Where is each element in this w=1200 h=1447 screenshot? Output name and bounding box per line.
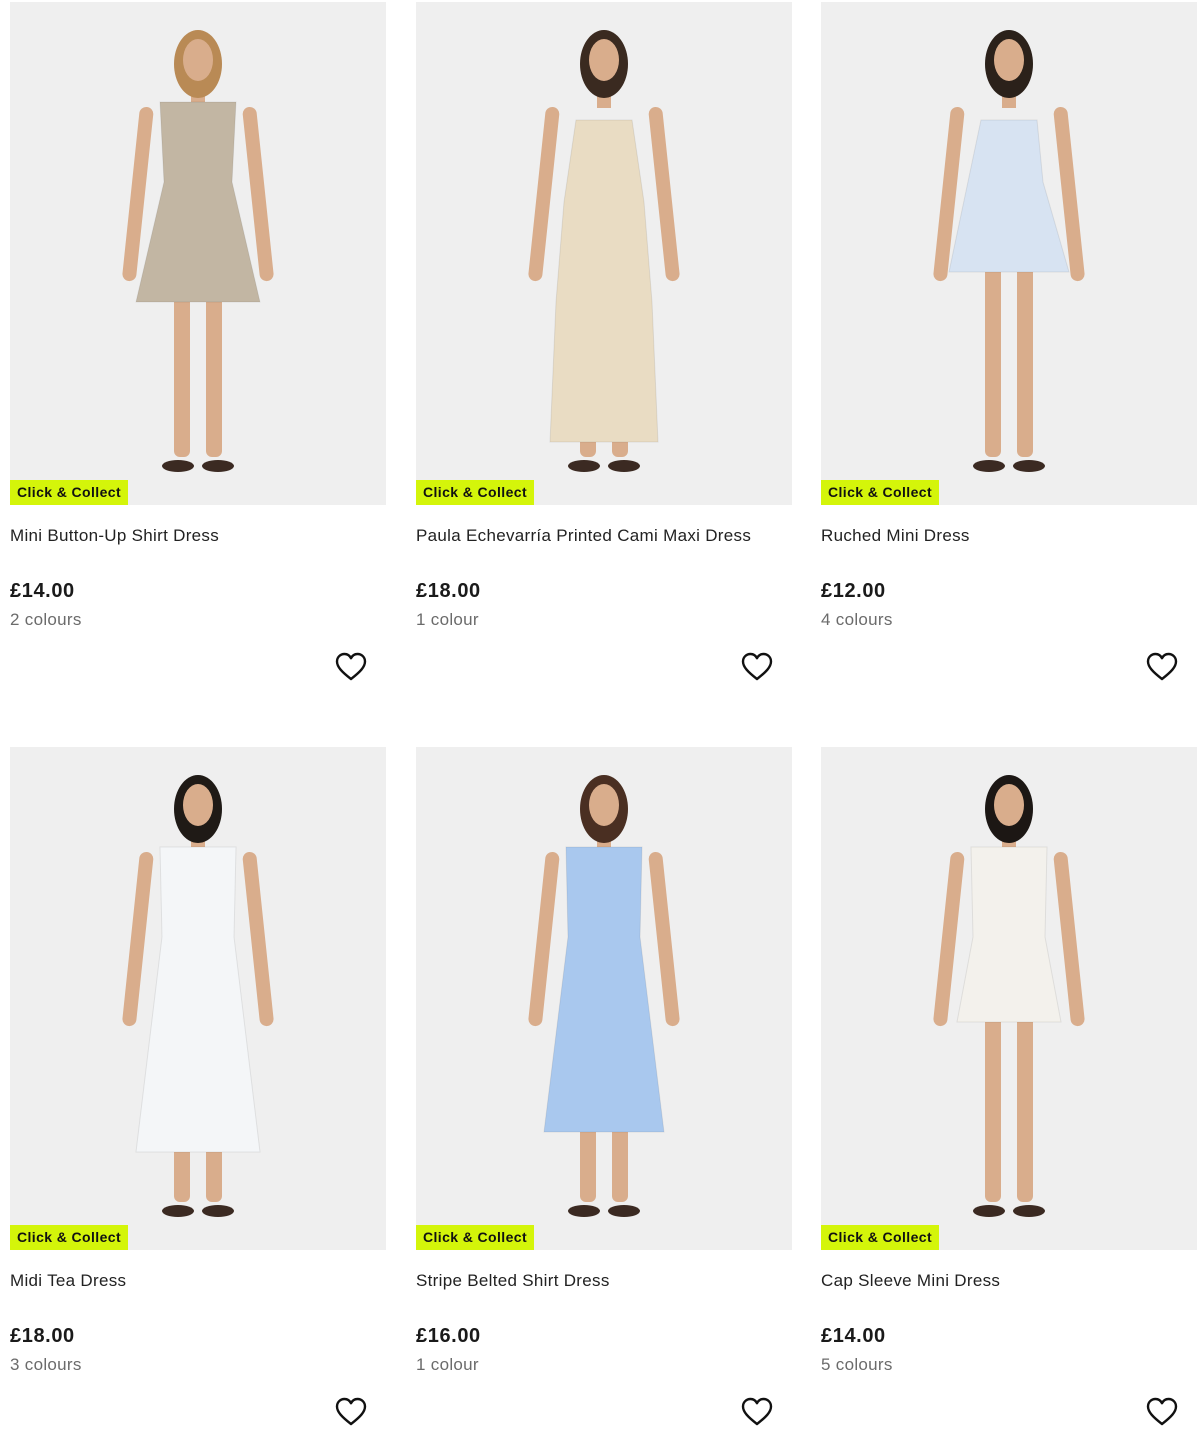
- model-arm: [648, 106, 680, 282]
- model-shoe: [608, 460, 640, 472]
- model-arm: [122, 851, 154, 1027]
- model-head: [589, 39, 619, 81]
- product-price: £16.00: [416, 1325, 481, 1347]
- model-leg: [985, 267, 1001, 457]
- product-name[interactable]: Midi Tea Dress: [10, 1271, 386, 1291]
- model-leg: [206, 1147, 222, 1202]
- model-shoe: [202, 460, 234, 472]
- click-collect-badge: Click & Collect: [821, 480, 940, 505]
- click-collect-badge: Click & Collect: [10, 1225, 129, 1250]
- model-shoe: [1013, 1205, 1045, 1217]
- product-price: £18.00: [416, 580, 481, 602]
- product-price: £18.00: [10, 1325, 75, 1347]
- product-image[interactable]: [416, 747, 792, 1250]
- model-shoe: [1013, 460, 1045, 472]
- model-illustration: [528, 775, 680, 1217]
- product-colours: 3 colours: [10, 1355, 82, 1374]
- model-head: [183, 784, 213, 826]
- product-colours: 1 colour: [416, 610, 479, 629]
- product-price: £14.00: [821, 1325, 886, 1347]
- product-image[interactable]: [821, 2, 1197, 505]
- product-image[interactable]: [821, 747, 1197, 1250]
- model-leg: [206, 297, 222, 457]
- dress-shape: [543, 846, 665, 1133]
- model-leg: [580, 1127, 596, 1202]
- model-leg: [174, 1147, 190, 1202]
- product-card[interactable]: Click & Collect Ruched Mini Dress £12.00…: [821, 2, 1197, 702]
- model-arm: [528, 851, 560, 1027]
- product-price: £12.00: [821, 580, 886, 602]
- product-card[interactable]: Click & Collect Mini Button-Up Shirt Dre…: [10, 2, 386, 702]
- model-arm: [648, 851, 680, 1027]
- model-arm: [1053, 851, 1085, 1027]
- model-leg: [985, 1017, 1001, 1202]
- model-shoe: [568, 1205, 600, 1217]
- model-shoe: [202, 1205, 234, 1217]
- product-card[interactable]: Click & Collect Cap Sleeve Mini Dress £1…: [821, 747, 1197, 1447]
- model-arm: [242, 851, 274, 1027]
- product-name[interactable]: Mini Button-Up Shirt Dress: [10, 526, 386, 546]
- product-colours: 5 colours: [821, 1355, 893, 1374]
- product-image[interactable]: [10, 747, 386, 1250]
- click-collect-badge: Click & Collect: [416, 1225, 535, 1250]
- model-shoe: [608, 1205, 640, 1217]
- click-collect-badge: Click & Collect: [416, 480, 535, 505]
- heart-outline-icon[interactable]: [1146, 1397, 1178, 1427]
- product-card[interactable]: Click & Collect Stripe Belted Shirt Dres…: [416, 747, 792, 1447]
- dress-shape: [948, 119, 1070, 273]
- model-leg: [174, 297, 190, 457]
- click-collect-badge: Click & Collect: [10, 480, 129, 505]
- model-shoe: [162, 1205, 194, 1217]
- model-illustration: [933, 30, 1085, 472]
- dress-shape: [135, 846, 261, 1153]
- model-head: [589, 784, 619, 826]
- product-price: £14.00: [10, 580, 75, 602]
- model-illustration: [122, 30, 274, 472]
- model-leg: [612, 1127, 628, 1202]
- dress-shape: [135, 101, 261, 303]
- model-shoe: [973, 1205, 1005, 1217]
- product-image[interactable]: [10, 2, 386, 505]
- model-illustration: [528, 30, 680, 472]
- model-head: [183, 39, 213, 81]
- model-head: [994, 39, 1024, 81]
- model-illustration: [933, 775, 1085, 1217]
- heart-outline-icon[interactable]: [335, 652, 367, 682]
- click-collect-badge: Click & Collect: [821, 1225, 940, 1250]
- model-arm: [933, 851, 965, 1027]
- model-shoe: [162, 460, 194, 472]
- product-colours: 2 colours: [10, 610, 82, 629]
- model-leg: [1017, 1017, 1033, 1202]
- product-card[interactable]: Click & Collect Midi Tea Dress £18.00 3 …: [10, 747, 386, 1447]
- product-name[interactable]: Ruched Mini Dress: [821, 526, 1197, 546]
- product-image[interactable]: [416, 2, 792, 505]
- product-colours: 4 colours: [821, 610, 893, 629]
- product-name[interactable]: Paula Echevarría Printed Cami Maxi Dress: [416, 526, 792, 546]
- model-shoe: [973, 460, 1005, 472]
- heart-outline-icon[interactable]: [335, 1397, 367, 1427]
- dress-shape: [956, 846, 1062, 1023]
- product-card[interactable]: Click & Collect Paula Echevarría Printed…: [416, 2, 792, 702]
- product-colours: 1 colour: [416, 1355, 479, 1374]
- model-arm: [528, 106, 560, 282]
- heart-outline-icon[interactable]: [1146, 652, 1178, 682]
- heart-outline-icon[interactable]: [741, 652, 773, 682]
- dress-shape: [549, 119, 659, 443]
- model-head: [994, 784, 1024, 826]
- model-illustration: [122, 775, 274, 1217]
- model-shoe: [568, 460, 600, 472]
- heart-outline-icon[interactable]: [741, 1397, 773, 1427]
- product-name[interactable]: Cap Sleeve Mini Dress: [821, 1271, 1197, 1291]
- product-grid: Click & Collect Mini Button-Up Shirt Dre…: [0, 0, 1200, 1447]
- model-leg: [1017, 267, 1033, 457]
- product-name[interactable]: Stripe Belted Shirt Dress: [416, 1271, 792, 1291]
